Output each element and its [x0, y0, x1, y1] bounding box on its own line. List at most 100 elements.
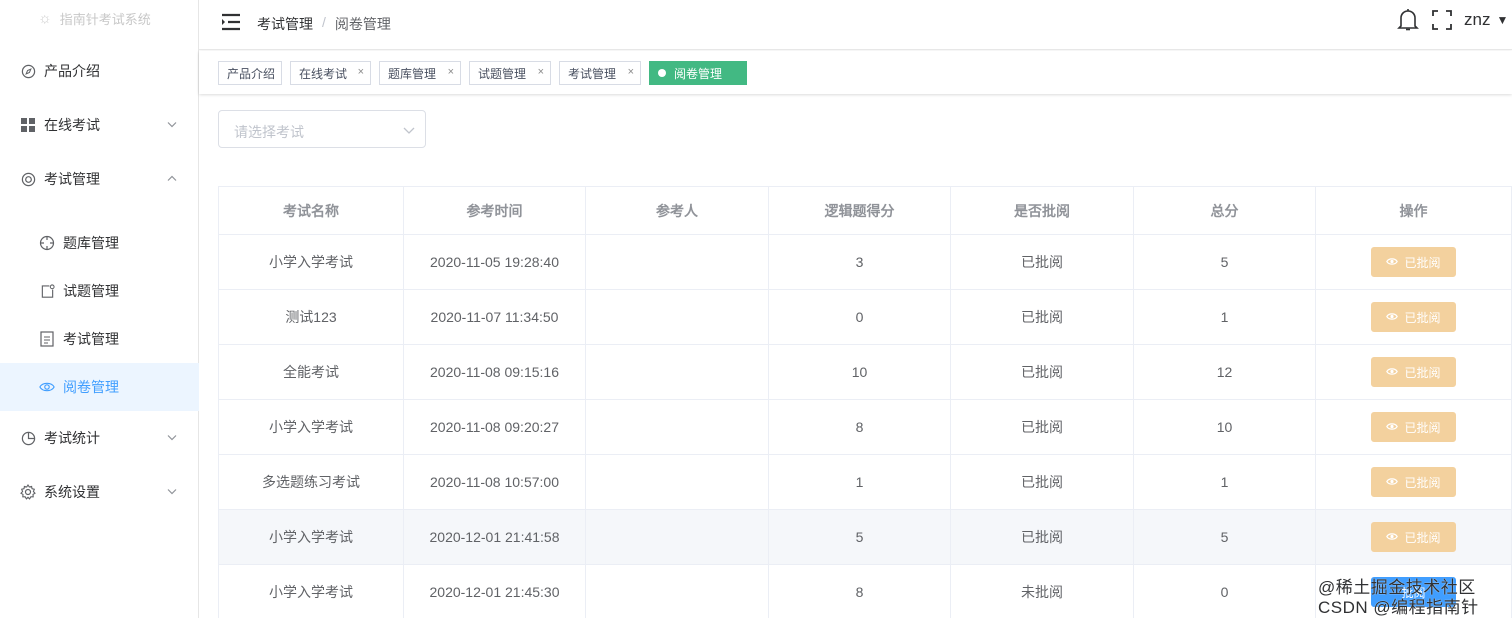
column-header: 总分 [1134, 187, 1316, 234]
total-score-cell: 5 [1134, 510, 1316, 564]
menu-item-product-intro[interactable]: 产品介绍 [0, 47, 199, 95]
person-cell [586, 400, 769, 454]
tag-label: 考试管理 [568, 66, 617, 81]
close-icon[interactable]: × [358, 66, 364, 78]
exam-select[interactable]: 请选择考试 [218, 110, 426, 148]
menu-label: 考试管理 [44, 171, 100, 187]
menu-label: 考试统计 [44, 430, 100, 446]
menu-item-exam-management[interactable]: 考试管理 [0, 155, 199, 203]
tag-product-intro[interactable]: 产品介绍 [218, 61, 282, 85]
logic-score-cell: 1 [769, 455, 951, 509]
button-label: 已批阅 [1404, 310, 1441, 325]
menu-label: 系统设置 [44, 484, 100, 500]
reviewed-button[interactable]: 已批阅 [1371, 522, 1456, 552]
logic-score-cell: 8 [769, 400, 951, 454]
crosshair-icon [39, 235, 55, 251]
breadcrumb-separator: / [322, 14, 326, 30]
grading-table: 考试名称 参考时间 参考人 逻辑题得分 是否批阅 总分 操作 小学入学考试 20… [218, 186, 1512, 618]
sidebar: ☼ 指南针考试系统 产品介绍 在线考试 考试管理 题库管理 试题管理 考试管理 … [0, 0, 199, 618]
menu-label: 阅卷管理 [63, 379, 119, 395]
chevron-up-icon [167, 174, 177, 185]
table-row: 小学入学考试 2020-12-01 21:41:58 5 已批阅 5 已批阅 [219, 510, 1512, 565]
logic-score-cell: 0 [769, 290, 951, 344]
menu-label: 在线考试 [44, 117, 100, 133]
menu-item-online-exam[interactable]: 在线考试 [0, 101, 199, 149]
reviewed-button[interactable]: 已批阅 [1371, 412, 1456, 442]
menu-item-question-management[interactable]: 试题管理 [0, 267, 199, 315]
menu-item-grading[interactable]: 阅卷管理 [0, 363, 199, 411]
tag-online-exam[interactable]: 在线考试 × [290, 61, 371, 85]
logic-score-cell: 5 [769, 510, 951, 564]
eye-icon [1386, 420, 1399, 434]
tag-question-bank[interactable]: 题库管理 × [379, 61, 461, 85]
breadcrumb: 考试管理 / 阅卷管理 [257, 14, 391, 34]
menu-item-system-settings[interactable]: 系统设置 [0, 468, 199, 516]
tag-label: 阅卷管理 [674, 66, 723, 81]
person-cell [586, 345, 769, 399]
tag-label: 产品介绍 [227, 66, 276, 81]
watermark-line: @稀土掘金技术社区 [1318, 578, 1476, 597]
bell-icon[interactable] [1397, 8, 1419, 32]
app-logo[interactable]: ☼ 指南针考试系统 [38, 8, 151, 28]
close-icon[interactable]: × [448, 66, 454, 78]
compass-icon [20, 63, 36, 79]
close-icon[interactable]: × [538, 66, 544, 78]
tag-grading[interactable]: 阅卷管理 [649, 61, 747, 85]
hamburger-icon[interactable] [221, 13, 241, 31]
user-menu[interactable]: znz ▼ [1464, 10, 1508, 30]
close-icon[interactable]: × [628, 66, 634, 78]
reviewed-button[interactable]: 已批阅 [1371, 302, 1456, 332]
menu-item-question-bank[interactable]: 题库管理 [0, 219, 199, 267]
action-cell: 已批阅 [1316, 345, 1512, 399]
exam-name-cell: 多选题练习考试 [219, 455, 404, 509]
menu-label: 试题管理 [63, 283, 119, 299]
tag-question-management[interactable]: 试题管理 × [469, 61, 551, 85]
action-cell: 已批阅 [1316, 235, 1512, 289]
button-label: 已批阅 [1404, 365, 1441, 380]
button-label: 已批阅 [1404, 255, 1441, 270]
person-cell [586, 510, 769, 564]
column-header: 考试名称 [219, 187, 404, 234]
menu-label: 考试管理 [63, 331, 119, 347]
exam-name-cell: 全能考试 [219, 345, 404, 399]
person-cell [586, 235, 769, 289]
eye-icon [1386, 255, 1399, 269]
column-header: 逻辑题得分 [769, 187, 951, 234]
exam-name-cell: 小学入学考试 [219, 565, 404, 618]
active-dot-icon [658, 69, 666, 77]
time-cell: 2020-12-01 21:45:30 [404, 565, 586, 618]
logic-score-cell: 8 [769, 565, 951, 618]
caret-down-icon: ▼ [1496, 13, 1509, 27]
grid-icon [20, 117, 36, 133]
person-cell [586, 455, 769, 509]
breadcrumb-current: 阅卷管理 [334, 16, 391, 32]
logic-score-cell: 10 [769, 345, 951, 399]
reviewed-button[interactable]: 已批阅 [1371, 247, 1456, 277]
time-cell: 2020-12-01 21:41:58 [404, 510, 586, 564]
document-icon [39, 331, 55, 347]
menu-item-exam-admin[interactable]: 考试管理 [0, 315, 199, 363]
chevron-down-icon [167, 487, 177, 498]
menu-label: 题库管理 [63, 235, 119, 251]
tag-exam-management[interactable]: 考试管理 × [559, 61, 641, 85]
time-cell: 2020-11-05 19:28:40 [404, 235, 586, 289]
total-score-cell: 0 [1134, 565, 1316, 618]
person-cell [586, 565, 769, 618]
tag-label: 题库管理 [388, 66, 437, 81]
total-score-cell: 1 [1134, 455, 1316, 509]
table-row: 多选题练习考试 2020-11-08 10:57:00 1 已批阅 1 已批阅 [219, 455, 1512, 510]
reviewed-button[interactable]: 已批阅 [1371, 357, 1456, 387]
reviewed-button[interactable]: 已批阅 [1371, 467, 1456, 497]
reviewed-cell: 已批阅 [951, 510, 1134, 564]
eye-icon [39, 379, 55, 395]
button-label: 已批阅 [1404, 420, 1441, 435]
button-label: 已批阅 [1404, 475, 1441, 490]
fullscreen-icon[interactable] [1432, 10, 1452, 30]
total-score-cell: 10 [1134, 400, 1316, 454]
menu-item-exam-statistics[interactable]: 考试统计 [0, 414, 199, 462]
column-header: 操作 [1316, 187, 1512, 234]
button-label: 已批阅 [1404, 530, 1441, 545]
breadcrumb-item[interactable]: 考试管理 [257, 14, 313, 34]
reviewed-cell: 已批阅 [951, 235, 1134, 289]
time-cell: 2020-11-08 10:57:00 [404, 455, 586, 509]
